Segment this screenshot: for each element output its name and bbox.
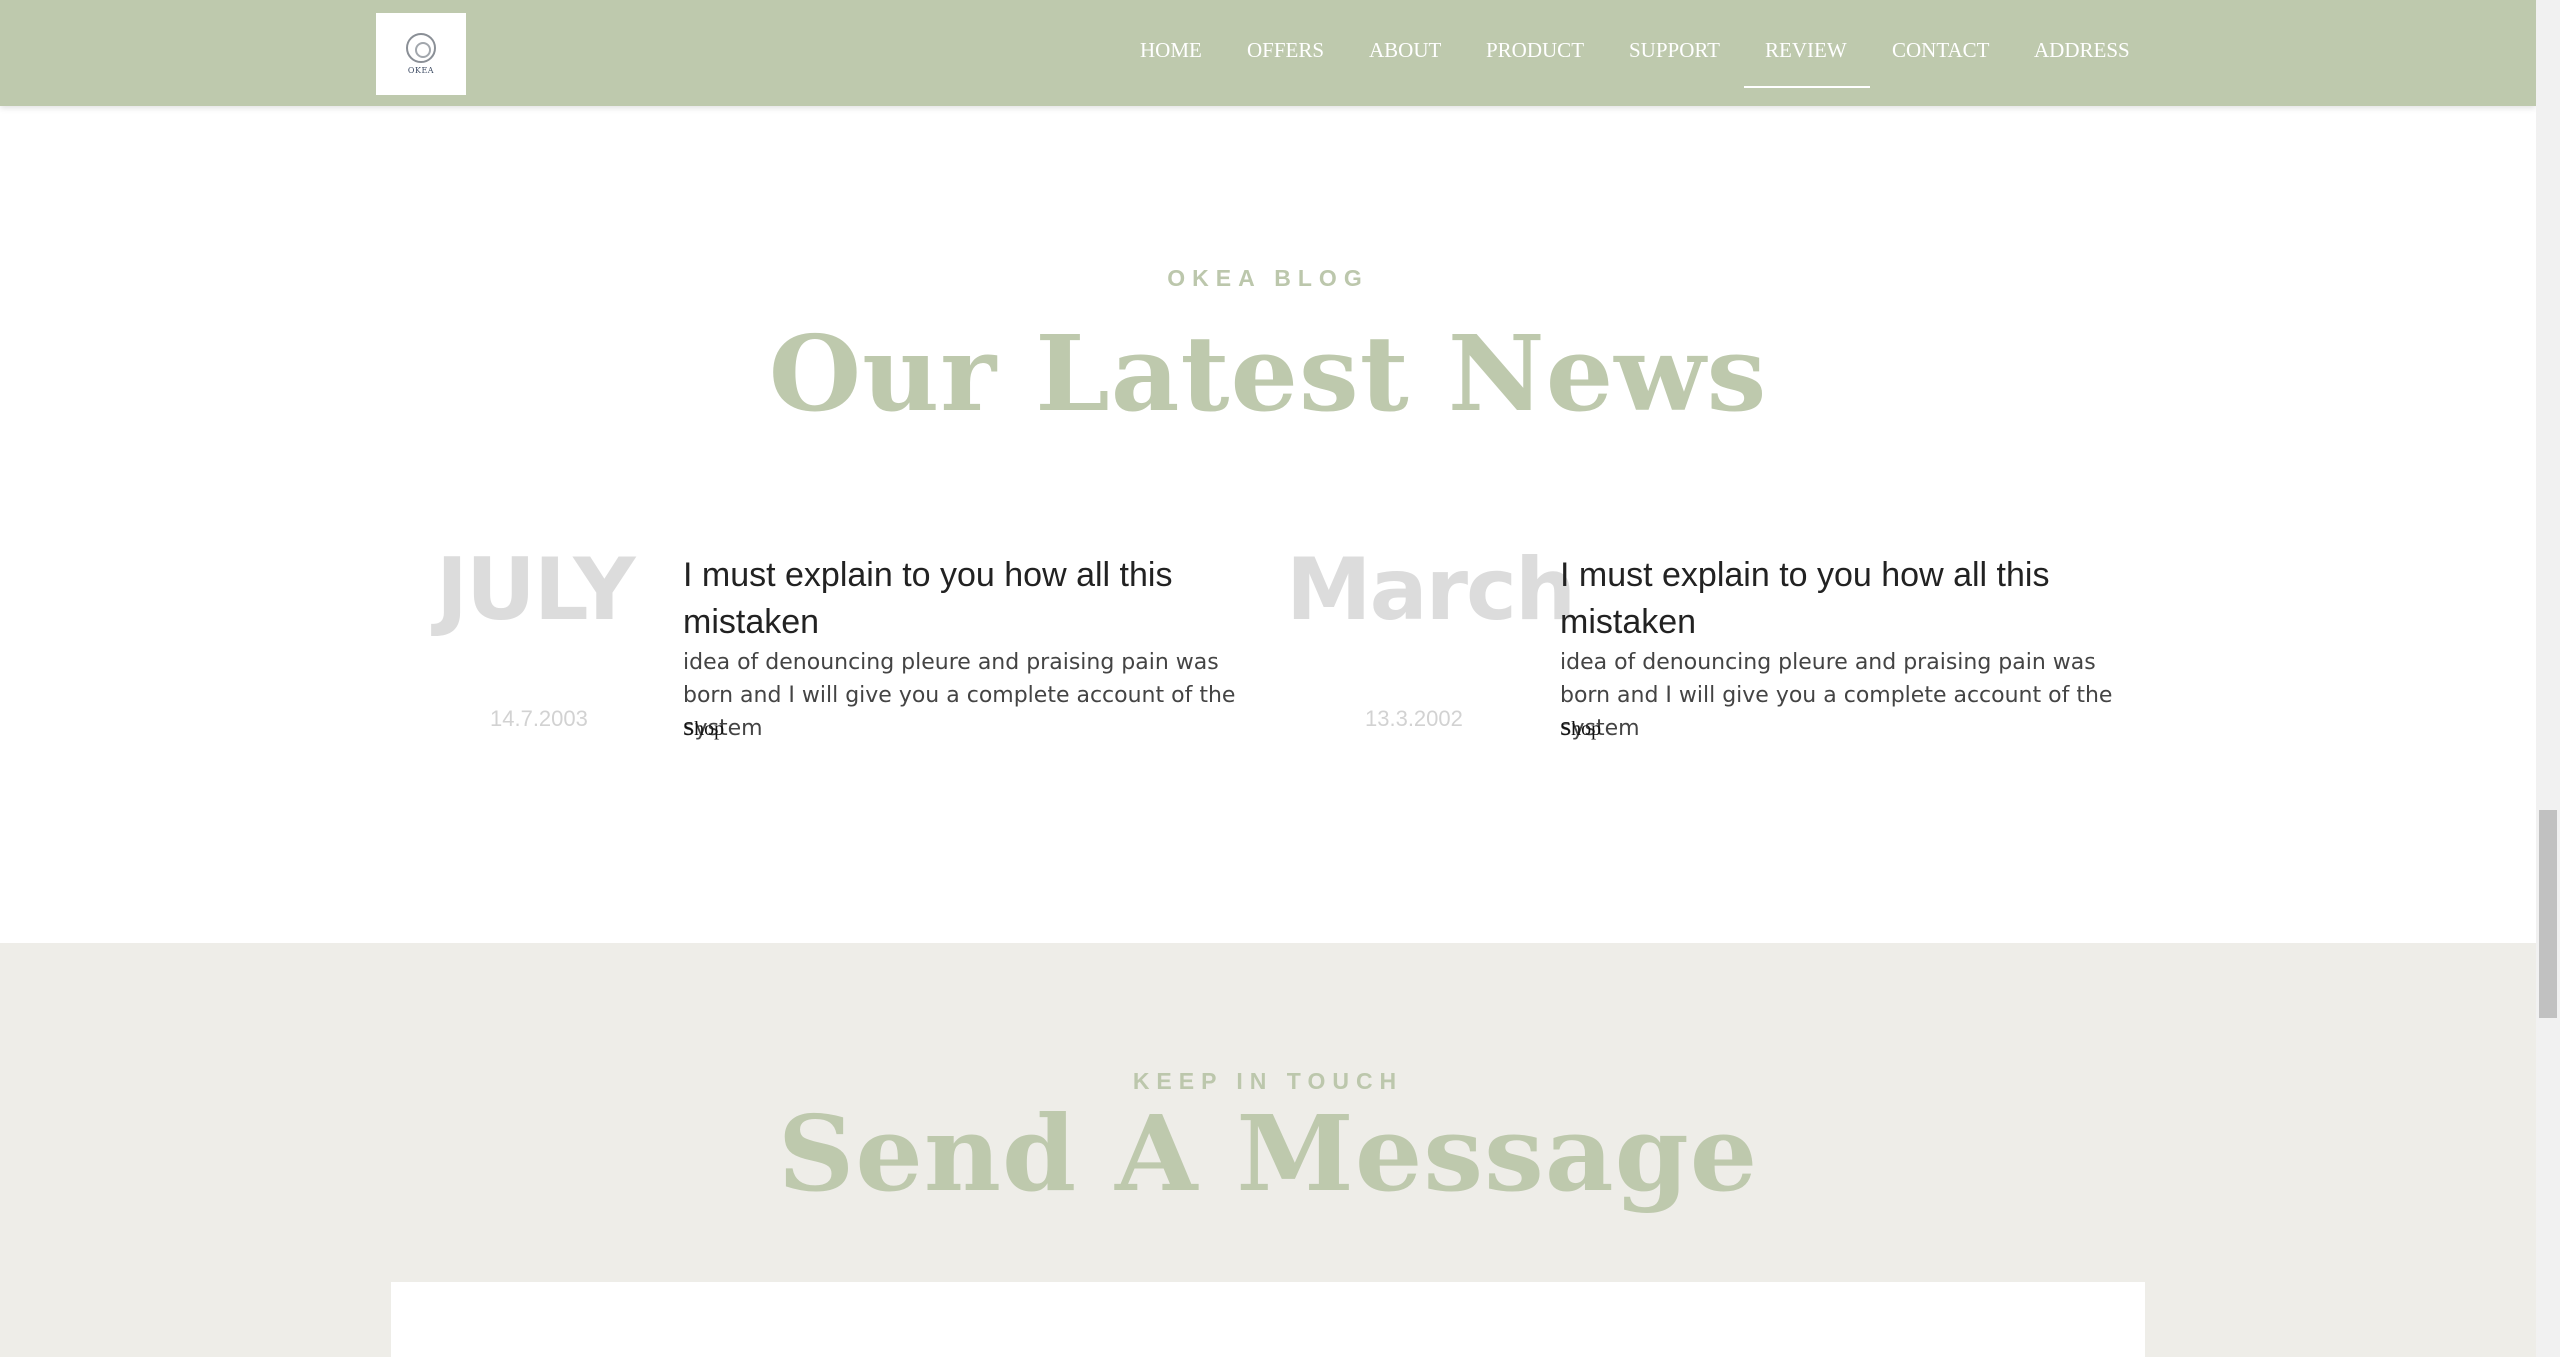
nav-review[interactable]: REVIEW: [1765, 38, 1847, 63]
post-excerpt: idea of denouncing pleure and praising p…: [683, 650, 1236, 741]
contact-form-card: [391, 1282, 2145, 1357]
site-logo[interactable]: OKEA: [376, 13, 466, 95]
nav-address[interactable]: ADDRESS: [2034, 38, 2130, 63]
blog-title: Our Latest News: [768, 312, 1768, 435]
contact-title: Send A Message: [777, 1092, 1759, 1215]
post-excerpt: idea of denouncing pleure and praising p…: [1560, 650, 2113, 741]
post-date: 13.3.2002: [1365, 706, 1463, 731]
nav-offers[interactable]: OFFERS: [1247, 38, 1324, 63]
nav-support[interactable]: SUPPORT: [1629, 38, 1720, 63]
post-title[interactable]: I must explain to you how all this mista…: [683, 552, 1263, 646]
nav-about[interactable]: ABOUT: [1369, 38, 1441, 63]
post-date: 14.7.2003: [490, 706, 588, 731]
contact-eyebrow: KEEP IN TOUCH: [1132, 1068, 1404, 1094]
blog-eyebrow: OKEA BLOG: [1167, 265, 1369, 291]
nav-home[interactable]: HOME: [1140, 38, 1202, 63]
active-nav-indicator: [1744, 86, 1870, 88]
top-navbar: OKEA HOME OFFERS ABOUT PRODUCT SUPPORT R…: [0, 0, 2536, 106]
nav-contact[interactable]: CONTACT: [1892, 38, 1989, 63]
nav-product[interactable]: PRODUCT: [1486, 38, 1584, 63]
logo-text: OKEA: [407, 66, 435, 75]
post-shop-link[interactable]: Shop: [683, 718, 724, 741]
scrollbar-thumb[interactable]: [2539, 810, 2557, 1018]
post-month: March: [1286, 540, 1576, 640]
post-title[interactable]: I must explain to you how all this mista…: [1560, 552, 2140, 646]
post-shop-link[interactable]: Shop: [1560, 718, 1601, 741]
logo-emblem-icon: [406, 33, 436, 63]
post-month: JULY: [436, 540, 636, 640]
page-scrollbar[interactable]: [2536, 0, 2560, 1357]
page: OKEA HOME OFFERS ABOUT PRODUCT SUPPORT R…: [0, 0, 2536, 1357]
